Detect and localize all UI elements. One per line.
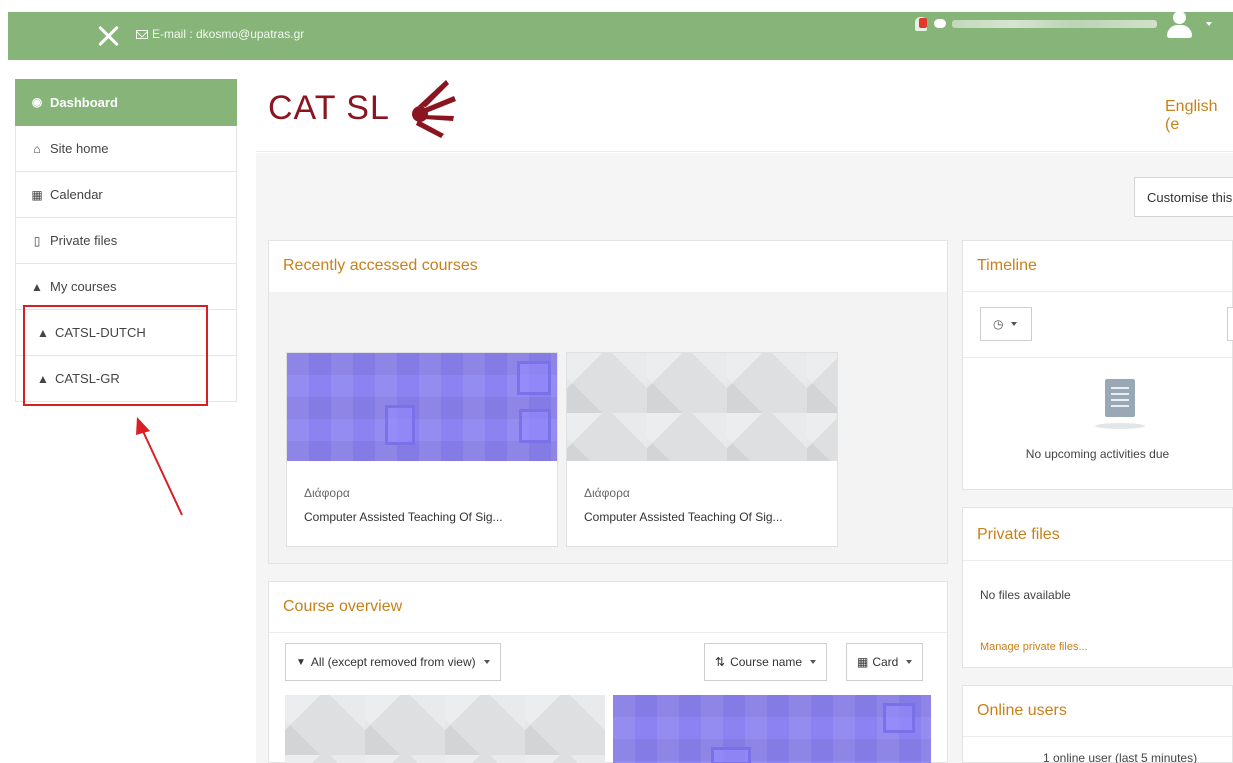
customise-page-button[interactable]: Customise this bbox=[1134, 177, 1233, 217]
sidebar-item-label: My courses bbox=[50, 279, 117, 294]
calendar-icon: ▦ bbox=[31, 187, 43, 202]
course-category: Διάφορα bbox=[304, 486, 350, 500]
email-link[interactable]: E-mail : dkosmo@upatras.gr bbox=[136, 27, 304, 41]
svg-text:CAT SL: CAT SL bbox=[268, 89, 390, 127]
course-image[interactable] bbox=[285, 695, 605, 763]
user-avatar[interactable] bbox=[1164, 9, 1194, 39]
view-label: Card bbox=[872, 655, 899, 669]
manage-private-files-link[interactable]: Manage private files... bbox=[980, 641, 1088, 653]
filter-icon: ▼ bbox=[296, 656, 306, 668]
course-card[interactable]: Διάφορα Computer Assisted Teaching Of Si… bbox=[286, 352, 558, 547]
block-title: Course overview bbox=[283, 598, 403, 615]
recently-accessed-block: Recently accessed courses Διάφορα Comput… bbox=[268, 240, 948, 564]
home-icon: ⌂ bbox=[33, 141, 41, 156]
course-image bbox=[287, 353, 557, 461]
annotation-arrow-icon bbox=[136, 417, 183, 516]
course-overview-block: Course overview ▼ All (except removed fr… bbox=[268, 581, 948, 763]
sidebar-item-label: Site home bbox=[50, 141, 109, 156]
user-menu-chevron-down-icon[interactable] bbox=[1206, 22, 1212, 26]
email-label: E-mail : dkosmo@upatras.gr bbox=[152, 27, 305, 41]
timeline-filter-dropdown[interactable]: ◷ bbox=[980, 307, 1032, 341]
filter-label: All (except removed from view) bbox=[310, 655, 476, 669]
course-category: Διάφορα bbox=[584, 486, 630, 500]
document-list-icon bbox=[1105, 379, 1135, 417]
block-title: Private files bbox=[977, 526, 1060, 543]
course-image bbox=[567, 353, 837, 461]
notification-badge bbox=[919, 18, 927, 28]
course-card[interactable]: Διάφορα Computer Assisted Teaching Of Si… bbox=[566, 352, 838, 547]
sidebar-item-label: Dashboard bbox=[50, 94, 118, 110]
private-files-empty-text: No files available bbox=[980, 588, 1071, 602]
online-users-status: 1 online user (last 5 minutes) bbox=[1043, 751, 1198, 763]
sidebar-item-label: Calendar bbox=[50, 187, 103, 202]
grid-icon: ▦ bbox=[857, 655, 869, 669]
language-selector[interactable]: English (e bbox=[1165, 98, 1233, 134]
view-dropdown[interactable]: ▦ Card bbox=[846, 643, 924, 681]
chevron-down-icon bbox=[1011, 322, 1018, 326]
chevron-down-icon bbox=[810, 660, 817, 664]
clock-icon: ◷ bbox=[993, 317, 1004, 331]
course-name[interactable]: Computer Assisted Teaching Of Sig... bbox=[584, 510, 783, 524]
sidebar-item-dashboard[interactable]: ◉ Dashboard bbox=[15, 79, 237, 126]
graduation-cap-icon: ▲ bbox=[31, 279, 43, 294]
recent-courses-area: Διάφορα Computer Assisted Teaching Of Si… bbox=[269, 292, 947, 563]
dashboard-icon: ◉ bbox=[31, 95, 43, 109]
course-image[interactable] bbox=[613, 695, 931, 763]
block-title: Recently accessed courses bbox=[283, 257, 478, 274]
sidebar-item-calendar[interactable]: ▦ Calendar bbox=[15, 172, 237, 218]
sidebar-item-label: Private files bbox=[50, 233, 118, 248]
block-title: Online users bbox=[977, 702, 1067, 719]
messages-icon[interactable] bbox=[934, 19, 946, 28]
close-drawer-icon[interactable] bbox=[96, 23, 122, 49]
catsl-logo: CAT SL bbox=[268, 80, 456, 138]
timeline-empty-text: No upcoming activities due bbox=[1025, 447, 1170, 461]
course-filter-dropdown[interactable]: ▼ All (except removed from view) bbox=[285, 643, 501, 681]
course-name[interactable]: Computer Assisted Teaching Of Sig... bbox=[304, 510, 503, 524]
chevron-down-icon bbox=[906, 660, 913, 664]
username-blurred[interactable] bbox=[952, 20, 1157, 28]
timeline-sort-dropdown[interactable] bbox=[1227, 307, 1233, 341]
sidebar-item-my-courses[interactable]: ▲ My courses bbox=[15, 264, 237, 310]
sort-icon: ⇅ bbox=[715, 655, 726, 669]
private-files-block: Private files No files available Manage … bbox=[962, 507, 1233, 668]
envelope-icon bbox=[136, 29, 148, 39]
chevron-down-icon bbox=[483, 660, 490, 664]
timeline-block: Timeline ◷ No upcoming activities due bbox=[962, 240, 1233, 490]
highlight-annotation-box bbox=[23, 305, 208, 406]
file-icon: ▯ bbox=[33, 233, 41, 248]
block-title: Timeline bbox=[977, 257, 1037, 274]
sidebar-item-private-files[interactable]: ▯ Private files bbox=[15, 218, 237, 264]
sort-label: Course name bbox=[730, 655, 803, 669]
online-users-block: Online users 1 online user (last 5 minut… bbox=[962, 685, 1233, 763]
sidebar-item-site-home[interactable]: ⌂ Site home bbox=[15, 126, 237, 172]
sort-dropdown[interactable]: ⇅ Course name bbox=[704, 643, 828, 681]
